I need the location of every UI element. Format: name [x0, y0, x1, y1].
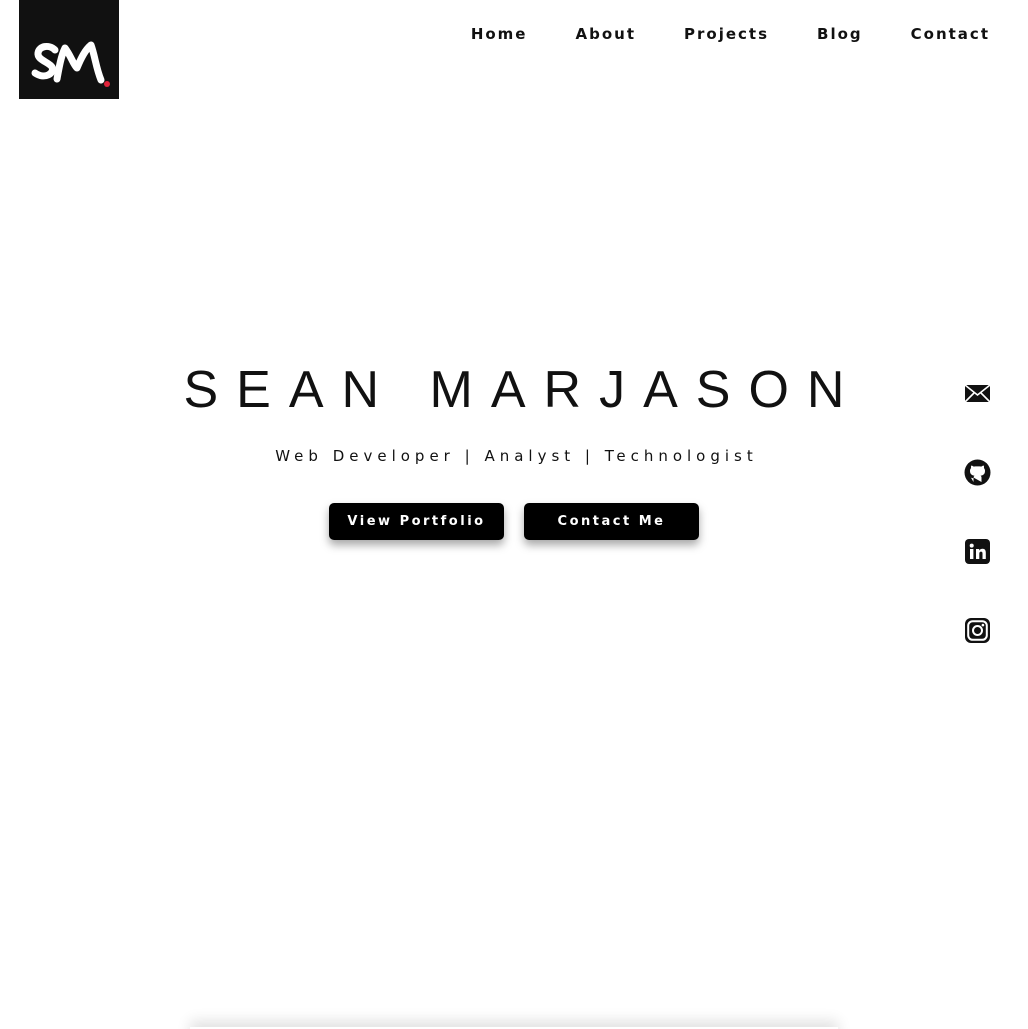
- logo-dot: [104, 81, 110, 87]
- mail-icon: [964, 384, 991, 403]
- instagram-link[interactable]: [964, 617, 991, 644]
- sm-logo-icon: [19, 0, 119, 99]
- hero-buttons: View Portfolio Contact Me: [0, 503, 1028, 540]
- github-link[interactable]: [964, 459, 991, 486]
- nav-blog[interactable]: Blog: [817, 24, 863, 44]
- hero-subtitle: Web Developer | Analyst | Technologist: [275, 447, 758, 465]
- nav-about[interactable]: About: [575, 24, 636, 44]
- view-portfolio-button[interactable]: View Portfolio: [329, 503, 504, 540]
- nav-contact[interactable]: Contact: [911, 24, 990, 44]
- page: Home About Projects Blog Contact SEAN MA…: [0, 0, 1028, 1029]
- linkedin-icon: [965, 539, 990, 564]
- site-logo[interactable]: [19, 0, 119, 99]
- linkedin-link[interactable]: [964, 538, 991, 565]
- social-links: [964, 380, 991, 696]
- instagram-icon: [965, 618, 990, 643]
- main-nav: Home About Projects Blog Contact: [471, 24, 990, 44]
- github-icon: [964, 459, 991, 486]
- hero-section: SEAN MARJASON Web Developer | Analyst | …: [0, 358, 1028, 540]
- nav-home[interactable]: Home: [471, 24, 528, 44]
- contact-me-button[interactable]: Contact Me: [524, 503, 699, 540]
- email-link[interactable]: [964, 380, 991, 407]
- hero-title: SEAN MARJASON: [183, 361, 863, 419]
- nav-projects[interactable]: Projects: [684, 24, 769, 44]
